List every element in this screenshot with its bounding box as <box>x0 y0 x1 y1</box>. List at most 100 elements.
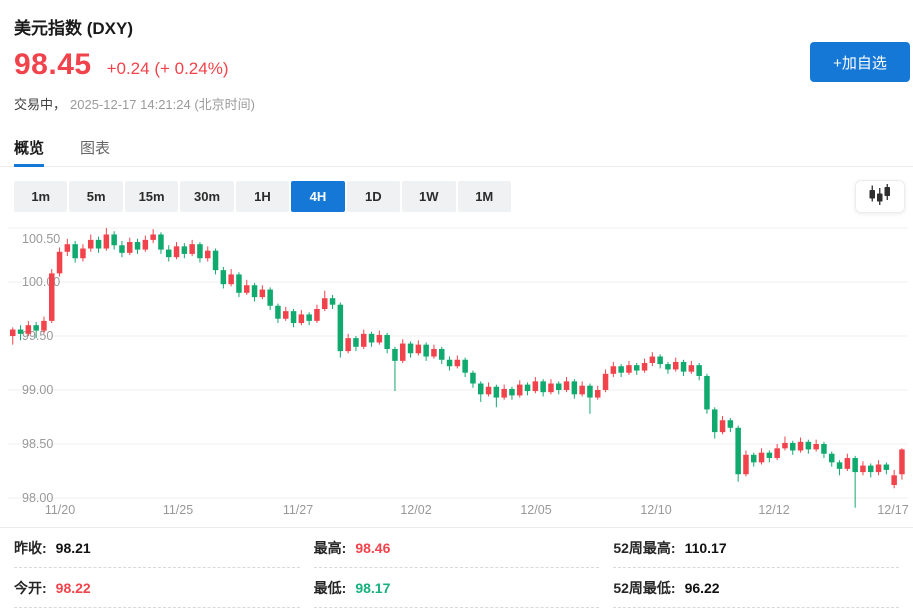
candle-body <box>330 298 336 304</box>
add-watchlist-button[interactable]: +加自选 <box>810 42 910 82</box>
timeframe-button[interactable]: 1M <box>458 181 511 212</box>
price-chart[interactable]: 100.50100.0099.5099.0098.5098.0011/2011/… <box>0 222 913 522</box>
candle-body <box>150 234 156 239</box>
stat-item: 今开:98.22 <box>14 568 300 608</box>
trading-status: 交易中， <box>14 94 66 113</box>
tab-item[interactable]: 概览 <box>14 134 44 167</box>
candle-body <box>236 274 242 292</box>
timeframe-button[interactable]: 5m <box>69 181 122 212</box>
candle-body <box>751 455 757 463</box>
candle-body <box>626 365 632 373</box>
candle-body <box>611 366 617 374</box>
timeframe-button[interactable]: 4H <box>291 181 344 212</box>
candle-body <box>595 390 601 398</box>
candle-body <box>837 462 843 468</box>
candle-body <box>143 240 149 250</box>
candle-body <box>135 242 141 250</box>
candle-body <box>314 309 320 321</box>
chart-type-button[interactable] <box>855 180 905 213</box>
candle-body <box>696 365 702 376</box>
candle-body <box>650 357 656 363</box>
candle-body <box>774 448 780 458</box>
tab-bar: 概览 图表 <box>0 134 913 167</box>
timeframe-button[interactable]: 1D <box>347 181 400 212</box>
candle-body <box>579 386 585 395</box>
candle-body <box>657 357 663 365</box>
candle-body <box>80 249 86 259</box>
candle-body <box>127 242 133 253</box>
candle-body <box>486 387 492 395</box>
x-axis-label: 12/02 <box>400 503 431 517</box>
stat-value: 98.17 <box>355 580 390 596</box>
candle-body <box>10 330 16 336</box>
timeframe-bar: 1m5m15m30m1H4H1D1W1M <box>14 181 511 212</box>
candle-body <box>400 344 406 361</box>
candle-body <box>876 465 882 473</box>
candle-body <box>845 458 851 469</box>
candle-body <box>65 244 71 252</box>
candle-body <box>174 246 180 257</box>
candle-body <box>743 455 749 474</box>
current-price: 98.45 <box>14 48 92 82</box>
x-axis-label: 11/20 <box>45 503 75 517</box>
stat-label: 今开: <box>14 578 47 598</box>
candle-body <box>455 360 461 366</box>
candle-body <box>306 314 312 320</box>
x-axis-label: 11/27 <box>283 503 313 517</box>
timeframe-button[interactable]: 1H <box>236 181 289 212</box>
quote-stats: 昨收:98.21最高:98.4652周最高:110.17今开:98.22最低:9… <box>0 527 913 608</box>
candle-body <box>158 234 164 249</box>
tab-item[interactable]: 图表 <box>80 134 110 167</box>
candle-body <box>665 364 671 369</box>
candle-body <box>642 363 648 371</box>
timeframe-button[interactable]: 15m <box>125 181 178 212</box>
timeframe-button[interactable]: 1W <box>402 181 455 212</box>
candle-body <box>299 314 305 323</box>
status-row: 交易中， 2025-12-17 14:21:24 (北京时间) <box>14 94 255 113</box>
y-axis-label: 100.00 <box>22 275 60 289</box>
stat-label: 昨收: <box>14 538 47 558</box>
stat-item: 最高:98.46 <box>314 528 600 568</box>
candle-body <box>891 475 897 485</box>
price-change: +0.24 (+ 0.24%) <box>107 59 229 79</box>
candle-body <box>205 251 211 259</box>
candle-body <box>221 270 227 284</box>
candle-body <box>369 334 375 343</box>
candle-body <box>33 325 39 330</box>
candle-body <box>384 335 390 349</box>
candle-body <box>712 409 718 432</box>
candle-body <box>353 338 359 347</box>
candle-body <box>868 466 874 472</box>
candle-body <box>899 449 905 474</box>
candle-body <box>564 381 570 390</box>
candle-body <box>798 442 804 451</box>
y-axis-label: 100.50 <box>22 232 60 246</box>
candle-body <box>860 466 866 472</box>
y-axis-label: 99.00 <box>22 383 53 397</box>
stat-item: 52周最低: 96.22 <box>613 568 899 608</box>
candle-body <box>447 360 453 366</box>
stat-label: 52周最低: <box>613 578 675 598</box>
candle-body <box>182 246 188 254</box>
candle-body <box>681 362 687 372</box>
candle-body <box>166 250 172 258</box>
stat-label: 最高: <box>314 538 347 558</box>
timeframe-button[interactable]: 30m <box>180 181 233 212</box>
candle-body <box>72 244 78 258</box>
candlestick-icon <box>867 183 893 210</box>
candle-body <box>119 245 125 253</box>
candle-body <box>462 360 468 373</box>
quote-timestamp: 2025-12-17 14:21:24 (北京时间) <box>70 94 255 113</box>
candle-body <box>49 273 55 321</box>
candle-body <box>361 334 367 347</box>
candle-body <box>689 365 695 371</box>
timeframe-button[interactable]: 1m <box>14 181 67 212</box>
stat-value: 96.22 <box>685 580 720 596</box>
candle-body <box>57 252 63 274</box>
candle-body <box>767 453 773 458</box>
stat-label: 最低: <box>314 578 347 598</box>
candle-body <box>704 376 710 409</box>
dxy-quote-page: { "colors": { "up": "#f1434b", "down": "… <box>0 0 913 609</box>
stat-label: 52周最高: <box>613 538 675 558</box>
candle-body <box>104 234 110 248</box>
